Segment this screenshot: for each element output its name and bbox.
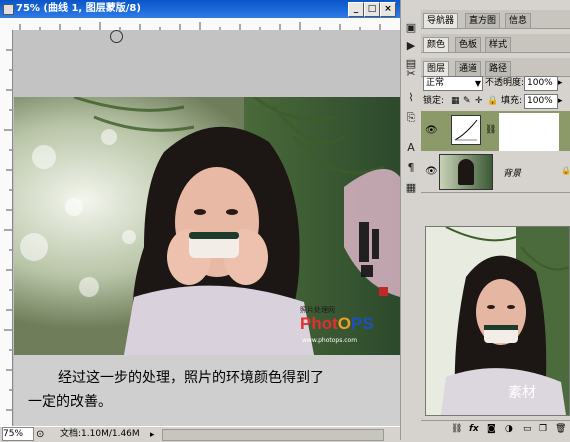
caption-box: 经过这一步的处理，照片的环境颜色得到了 一定的改善。	[14, 355, 400, 426]
navigator-icon[interactable]: ▣	[403, 20, 419, 36]
horizontal-scrollbar[interactable]	[162, 429, 384, 441]
opacity-label: 不透明度:	[485, 78, 525, 88]
lock-image-icon[interactable]: ✎	[463, 94, 471, 108]
actions-icon[interactable]: ▶	[403, 38, 419, 54]
ruler-vertical	[0, 30, 13, 426]
new-layer-icon[interactable]: ❐	[539, 424, 547, 434]
layers-bottom-bar: ⛓ fx ◙ ◑ ▭ ❐ 🗑	[421, 420, 570, 441]
background-layer-thumbnail	[439, 154, 493, 190]
canvas-top-region	[13, 30, 400, 97]
tab-info[interactable]: 信息	[505, 13, 532, 28]
blend-mode-value: 正常	[426, 78, 445, 88]
minimize-button[interactable]: _	[348, 2, 364, 17]
status-bar: 75% ⊙ 文档:1.10M/1.46M ▸	[0, 426, 400, 441]
watermark-logo: PhotOPS	[300, 314, 374, 334]
watermark-logo-o: O	[337, 314, 352, 333]
lock-all-icon[interactable]: 🔒	[487, 94, 498, 108]
delete-layer-icon[interactable]: 🗑	[555, 424, 566, 434]
caption-line-2: 一定的改善。	[28, 394, 112, 410]
lock-transparent-icon[interactable]: ▦	[451, 94, 460, 108]
layer-lock-icon: 🔒	[561, 166, 570, 175]
reference-thumbnail: 素材	[425, 226, 570, 416]
tab-navigator[interactable]: 导航器	[423, 13, 459, 28]
tool-presets-icon[interactable]: ▦	[403, 180, 419, 196]
visibility-eye-icon[interactable]: 👁	[425, 125, 438, 136]
brush-cursor-icon	[110, 30, 123, 43]
link-layers-icon[interactable]: ⛓	[451, 424, 462, 434]
visibility-eye-icon[interactable]: 👁	[425, 166, 438, 177]
character-icon[interactable]: A	[403, 140, 419, 156]
layers-tabs: 图层 通道 路径	[421, 58, 570, 77]
doc-info: 文档:1.10M/1.46M	[60, 429, 140, 439]
zoom-field[interactable]: 75%	[2, 427, 34, 441]
opacity-arrow-icon[interactable]: ▸	[558, 76, 563, 90]
document-title: 75% (曲线 1, 图层蒙版/8)	[16, 3, 141, 14]
mask-link-icon[interactable]: ⛓	[485, 125, 496, 135]
tab-paths[interactable]: 路径	[485, 61, 512, 76]
watermark-url: www.photops.com	[302, 337, 358, 344]
add-mask-icon[interactable]: ◙	[487, 424, 496, 434]
lock-label: 锁定:	[423, 96, 445, 106]
caption-line-1: 经过这一步的处理，照片的环境颜色得到了	[58, 370, 324, 386]
tab-channels[interactable]: 通道	[455, 61, 482, 76]
photo-canvas[interactable]: 照片处理网 PhotOPS www.photops.com	[14, 97, 400, 355]
reference-label: 素材	[508, 385, 536, 401]
document-icon	[3, 4, 14, 15]
layer-row-background[interactable]: 👁 背景 🔒	[421, 152, 570, 193]
adjustment-layer-icon[interactable]: ◑	[505, 424, 513, 434]
layer-name-background: 背景	[503, 169, 522, 179]
paragraph-icon[interactable]: ¶	[403, 160, 419, 176]
close-button[interactable]: ×	[380, 2, 396, 17]
watermark-logo-text-b: PS	[351, 314, 374, 333]
panel-dock-strip: ▣ ▶ ▤ ✂ ⌇ ⎘ A ¶ ▦	[400, 0, 421, 440]
new-group-icon[interactable]: ▭	[523, 424, 532, 434]
document-title-bar[interactable]: 75% (曲线 1, 图层蒙版/8) _ □ ×	[0, 0, 400, 18]
tools-icon[interactable]: ✂	[403, 66, 419, 82]
fill-label: 填充:	[501, 96, 523, 106]
watermark-logo-text-a: Phot	[300, 314, 338, 333]
right-panels: 导航器 直方图 信息 颜色 色板 样式 图层 通道 路径 正常 ▼ 不透明度: …	[421, 0, 570, 441]
tab-swatches[interactable]: 色板	[455, 37, 482, 52]
thumb-figure	[458, 159, 474, 185]
layer-mask-thumbnail[interactable]	[499, 113, 559, 151]
maximize-button[interactable]: □	[364, 2, 380, 17]
layer-style-icon[interactable]: fx	[469, 424, 479, 434]
tab-histogram[interactable]: 直方图	[465, 13, 501, 28]
fill-arrow-icon[interactable]: ▸	[558, 94, 563, 108]
color-tabs: 颜色 色板 样式	[421, 34, 570, 53]
opacity-input[interactable]: 100%	[524, 76, 558, 91]
chevron-down-icon: ▼	[474, 79, 481, 88]
curves-adjustment-icon	[451, 115, 481, 145]
fill-input[interactable]: 100%	[524, 94, 558, 109]
layer-row-curves[interactable]: 👁 ⛓	[421, 111, 570, 151]
tab-styles[interactable]: 样式	[485, 37, 512, 52]
reference-photo	[426, 227, 569, 415]
tab-layers[interactable]: 图层	[423, 61, 450, 76]
clone-source-icon[interactable]: ⎘	[403, 110, 419, 126]
navigator-tabs: 导航器 直方图 信息	[421, 10, 570, 29]
blend-mode-select[interactable]: 正常 ▼	[423, 76, 483, 91]
tab-color[interactable]: 颜色	[423, 37, 450, 52]
brush-preset-icon[interactable]: ⌇	[403, 90, 419, 106]
lock-position-icon[interactable]: ✛	[475, 94, 483, 108]
